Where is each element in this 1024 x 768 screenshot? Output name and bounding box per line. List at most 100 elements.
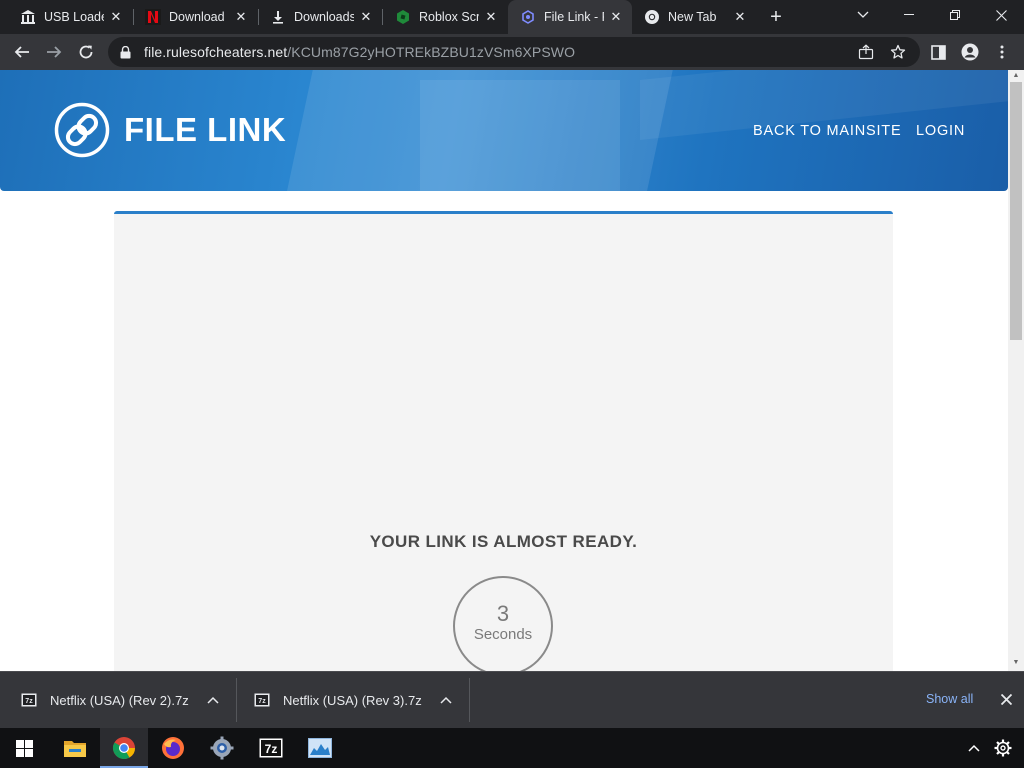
url-domain: file.rulesofcheaters.net — [144, 44, 288, 60]
svg-text:7z: 7z — [258, 698, 266, 705]
tab-title: File Link - F — [544, 10, 604, 24]
nav-back-to-mainsite[interactable]: BACK TO MAINSITE — [753, 123, 901, 139]
scroll-up-arrow-icon[interactable]: ▲ — [1012, 72, 1020, 80]
browser-toolbar: file.rulesofcheaters.net/KCUm87G2yHOTREk… — [0, 34, 1024, 70]
banner-decoration — [420, 80, 620, 191]
close-icon[interactable]: ✕ — [358, 9, 374, 25]
side-panel-button[interactable] — [924, 38, 952, 66]
tab-usb-loader[interactable]: USB Loader ✕ — [8, 0, 132, 34]
chevron-up-icon[interactable] — [206, 693, 220, 707]
share-icon[interactable] — [858, 44, 874, 60]
taskbar-settings-app[interactable] — [198, 728, 246, 768]
taskbar-firefox[interactable] — [149, 728, 197, 768]
forward-button[interactable] — [40, 38, 68, 66]
profile-button[interactable] — [956, 38, 984, 66]
windows-taskbar: 7z — [0, 728, 1024, 768]
close-icon[interactable]: ✕ — [483, 9, 499, 25]
restore-icon — [950, 10, 960, 20]
lock-icon[interactable] — [120, 45, 134, 59]
chevron-up-icon — [968, 744, 980, 752]
site-logo[interactable]: FILE LINK — [54, 102, 286, 158]
7z-file-icon: 7z — [254, 693, 270, 707]
address-bar[interactable]: file.rulesofcheaters.net/KCUm87G2yHOTREk… — [108, 37, 920, 67]
url-path: /KCUm87G2yHOTREkBZBU1zVSm6XPSWO — [287, 44, 576, 60]
page-heading: YOUR LINK IS ALMOST READY. — [369, 532, 638, 551]
taskbar-settings-tray[interactable] — [986, 728, 1020, 768]
restore-button[interactable] — [932, 0, 978, 30]
download-bar: 7z Netflix (USA) (Rev 2).7z 7z Netflix (… — [0, 671, 1024, 728]
tab-strip: USB Loader ✕ Download ✕ Downloads ✕ Robl… — [0, 0, 1024, 34]
nav-login[interactable]: LOGIN — [916, 123, 965, 139]
header-banner: FILE LINK BACK TO MAINSITE LOGIN — [0, 70, 1008, 191]
tab-search-button[interactable] — [840, 0, 886, 30]
countdown-unit: Seconds — [473, 626, 533, 643]
gear-icon — [994, 739, 1012, 757]
download-item[interactable]: 7z Netflix (USA) (Rev 2).7z — [21, 672, 231, 728]
profile-avatar-icon — [961, 43, 979, 61]
arrow-left-icon — [14, 46, 29, 58]
taskbar-chrome[interactable] — [100, 728, 148, 768]
page-viewport: FILE LINK BACK TO MAINSITE LOGIN YOUR LI… — [0, 70, 1008, 671]
back-button[interactable] — [8, 38, 36, 66]
show-all-downloads-link[interactable]: Show all — [926, 692, 973, 706]
tab-title: Download — [169, 10, 225, 24]
settings-app-icon — [210, 736, 234, 760]
chevron-down-icon — [857, 11, 869, 18]
tab-roblox[interactable]: Roblox Scr ✕ — [383, 0, 507, 34]
new-tab-button[interactable]: + — [764, 5, 788, 29]
bookmark-star-icon[interactable] — [890, 44, 906, 60]
countdown-timer: 3 Seconds — [453, 576, 553, 671]
reload-icon — [79, 45, 93, 59]
arrow-right-icon — [47, 46, 62, 58]
page-scrollbar[interactable]: ▲ ▼ — [1008, 70, 1024, 671]
download-separator — [236, 678, 237, 722]
taskbar-photo-app[interactable] — [296, 728, 344, 768]
file-explorer-icon — [64, 741, 86, 757]
start-button[interactable] — [0, 728, 48, 768]
tab-title: Downloads — [294, 10, 354, 24]
minimize-icon — [904, 14, 914, 15]
tab-downloads[interactable]: Downloads ✕ — [258, 0, 382, 34]
close-icon — [995, 9, 1007, 21]
tab-new-tab[interactable]: New Tab ✕ — [632, 0, 756, 34]
chevron-up-icon[interactable] — [439, 693, 453, 707]
file-link-icon — [520, 9, 536, 25]
menu-button[interactable] — [988, 38, 1016, 66]
brand-name: FILE LINK — [124, 111, 287, 148]
taskbar-file-explorer[interactable] — [51, 728, 99, 768]
minimize-button[interactable] — [886, 0, 932, 30]
close-icon[interactable]: ✕ — [233, 9, 249, 25]
kebab-menu-icon — [1000, 45, 1004, 59]
chrome-icon — [113, 737, 135, 759]
firefox-icon — [162, 737, 184, 759]
reload-button[interactable] — [72, 38, 100, 66]
netflix-icon — [145, 9, 161, 25]
7z-file-icon: 7z — [21, 693, 37, 707]
download-icon — [270, 9, 286, 25]
columns-icon — [20, 9, 36, 25]
scroll-down-arrow-icon[interactable]: ▼ — [1012, 659, 1020, 667]
chrome-icon — [644, 9, 660, 25]
taskbar-7zip[interactable]: 7z — [247, 728, 295, 768]
tab-file-link[interactable]: File Link - F ✕ — [508, 0, 632, 34]
close-icon[interactable]: ✕ — [608, 9, 624, 25]
roblox-icon — [395, 9, 411, 25]
content-card: YOUR LINK IS ALMOST READY. 3 Seconds — [114, 211, 893, 671]
tab-download[interactable]: Download ✕ — [133, 0, 257, 34]
chain-link-icon — [54, 102, 110, 158]
7zip-icon: 7z — [259, 738, 283, 758]
windows-start-icon — [15, 739, 33, 757]
close-window-button[interactable] — [978, 0, 1024, 30]
close-icon[interactable]: ✕ — [732, 9, 748, 25]
countdown-value: 3 — [496, 601, 510, 626]
url-text: file.rulesofcheaters.net/KCUm87G2yHOTREk… — [144, 44, 575, 60]
tab-title: Roblox Scr — [419, 10, 479, 24]
download-filename: Netflix (USA) (Rev 3).7z — [283, 692, 422, 708]
side-panel-icon — [930, 44, 946, 60]
tab-title: USB Loader — [44, 10, 104, 24]
download-item[interactable]: 7z Netflix (USA) (Rev 3).7z — [254, 672, 464, 728]
tab-title: New Tab — [668, 10, 717, 24]
close-icon[interactable]: ✕ — [108, 9, 124, 25]
close-download-bar-icon[interactable] — [998, 691, 1014, 707]
scrollbar-thumb[interactable] — [1010, 82, 1022, 340]
